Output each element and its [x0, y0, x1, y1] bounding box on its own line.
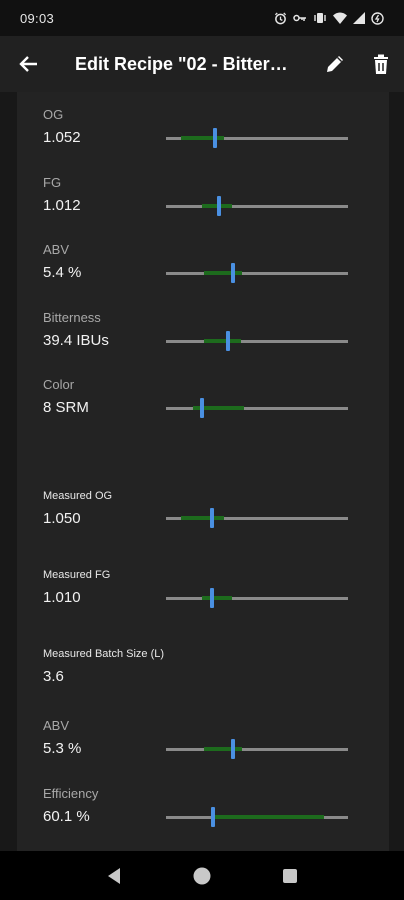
- arrow-left-icon: [19, 56, 37, 72]
- circle-home-icon: [193, 867, 211, 884]
- nav-home-button[interactable]: [182, 856, 222, 896]
- status-icons: [274, 11, 384, 25]
- edit-button[interactable]: [312, 36, 358, 92]
- slider-thumb[interactable]: [225, 331, 230, 351]
- batch-size-value[interactable]: 3.6: [43, 668, 363, 686]
- slider-thumb[interactable]: [209, 588, 214, 608]
- app-bar-actions: [312, 36, 404, 92]
- measured-abv-slider[interactable]: [166, 739, 348, 759]
- key-icon: [293, 13, 307, 23]
- slider-range: [213, 815, 325, 819]
- signal-icon: [353, 12, 365, 24]
- measured-og-slider[interactable]: [166, 508, 348, 528]
- field-label: Measured FG: [43, 569, 111, 581]
- system-nav-bar: [0, 851, 404, 900]
- slider-track: [166, 597, 348, 600]
- slider-thumb[interactable]: [216, 196, 221, 216]
- fg-slider[interactable]: [166, 196, 348, 216]
- vibrate-icon: [313, 12, 327, 24]
- slider-range: [204, 747, 243, 751]
- og-slider[interactable]: [166, 128, 348, 148]
- slider-thumb[interactable]: [231, 263, 236, 283]
- slider-range: [202, 596, 232, 600]
- slider-thumb[interactable]: [209, 508, 214, 528]
- page-title: Edit Recipe "02 - Bitter Ale": [75, 53, 290, 74]
- nav-back-button[interactable]: [94, 856, 134, 896]
- slider-thumb[interactable]: [231, 739, 236, 759]
- efficiency-slider[interactable]: [166, 807, 348, 827]
- nav-recents-button[interactable]: [270, 856, 310, 896]
- pencil-icon: [327, 56, 343, 72]
- slider-track: [166, 340, 348, 343]
- triangle-back-icon: [108, 867, 120, 884]
- slider-track: [166, 748, 348, 751]
- slider-track: [166, 272, 348, 275]
- wifi-icon: [333, 12, 347, 24]
- status-bar: 09:03: [0, 0, 404, 36]
- bitterness-slider[interactable]: [166, 331, 348, 351]
- slider-range: [180, 136, 225, 140]
- field-label: Measured Batch Size (L): [43, 648, 165, 660]
- abv-slider[interactable]: [166, 263, 348, 283]
- field-label: FG: [43, 175, 62, 190]
- alarm-icon: [274, 11, 287, 25]
- measured-fg-slider[interactable]: [166, 588, 348, 608]
- color-slider[interactable]: [166, 398, 348, 418]
- field-label: OG: [43, 107, 64, 122]
- field-label: Efficiency: [43, 786, 99, 801]
- square-recents-icon: [283, 868, 297, 883]
- field-measured-batch-size[interactable]: Measured Batch Size (L) 3.6: [43, 646, 363, 686]
- app-screen: 09:03 Edit Recipe "02 - Bitter Ale" OG 1…: [0, 0, 404, 900]
- slider-range: [180, 516, 225, 520]
- field-label: Measured OG: [43, 490, 113, 502]
- field-label: Color: [43, 377, 75, 392]
- slider-thumb[interactable]: [200, 398, 205, 418]
- trash-icon: [374, 54, 388, 74]
- slider-thumb[interactable]: [211, 807, 216, 827]
- slider-range: [204, 271, 243, 275]
- field-label: Bitterness: [43, 310, 101, 325]
- field-label: ABV: [43, 242, 70, 257]
- field-label: ABV: [43, 718, 70, 733]
- back-button[interactable]: [0, 36, 58, 92]
- status-time: 09:03: [20, 10, 55, 26]
- slider-thumb[interactable]: [213, 128, 218, 148]
- recipe-form[interactable]: OG 1.052 FG 1.012 ABV 5.4 % Bitterness 3…: [0, 92, 404, 851]
- app-bar: Edit Recipe "02 - Bitter Ale": [0, 36, 404, 92]
- slider-track: [166, 205, 348, 208]
- slider-range: [204, 339, 241, 343]
- delete-button[interactable]: [358, 36, 404, 92]
- battery-icon: [371, 11, 384, 25]
